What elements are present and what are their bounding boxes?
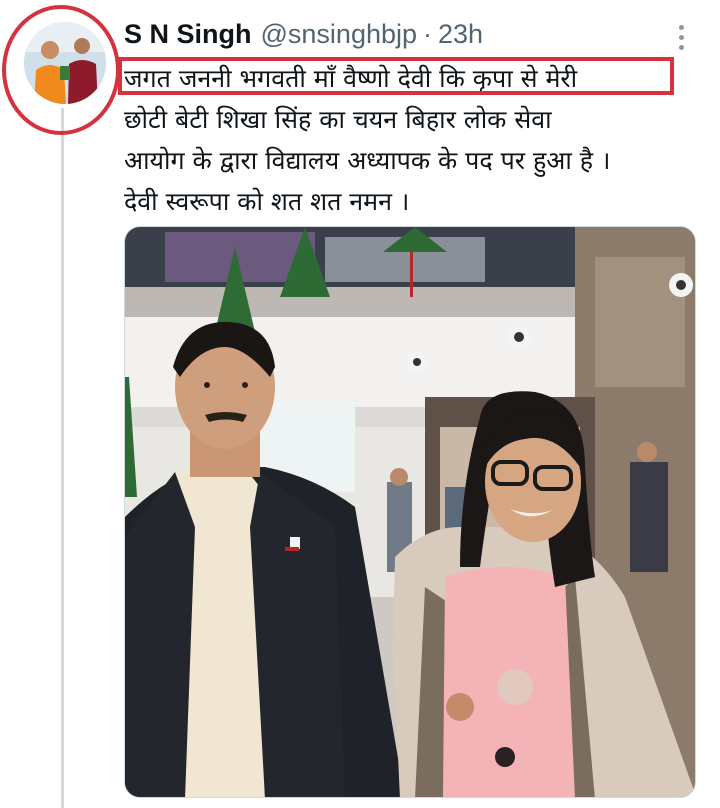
tweet-text: जगत जननी भगवती माँ वैष्णो देवी कि कृपा स… [124,58,694,222]
thread-line [61,108,64,808]
tweet-text-line: छोटी बेटी शिखा सिंह का चयन बिहार लोक सेव… [124,105,552,134]
display-name[interactable]: S N Singh [124,19,252,50]
header-separator: · [423,18,433,49]
tweet-timestamp[interactable]: 23h [438,19,483,50]
tweet-text-line: जगत जननी भगवती माँ वैष्णो देवी कि कृपा स… [124,64,578,93]
photo-man-and-daughter-in-mall [125,227,695,797]
user-handle[interactable]: @snsinghbjp [261,19,418,50]
avatar-image [24,22,106,104]
tweet-header: S N Singh @snsinghbjp · 23h [124,16,483,52]
tweet-photo[interactable] [124,226,696,798]
more-vertical-icon[interactable] [670,22,692,52]
avatar[interactable] [24,22,106,104]
tweet-text-line: देवी स्वरूपा को शत शत नमन । [124,187,410,216]
tweet-text-line: आयोग के द्वारा विद्यालय अध्यापक के पद पर… [124,146,611,175]
